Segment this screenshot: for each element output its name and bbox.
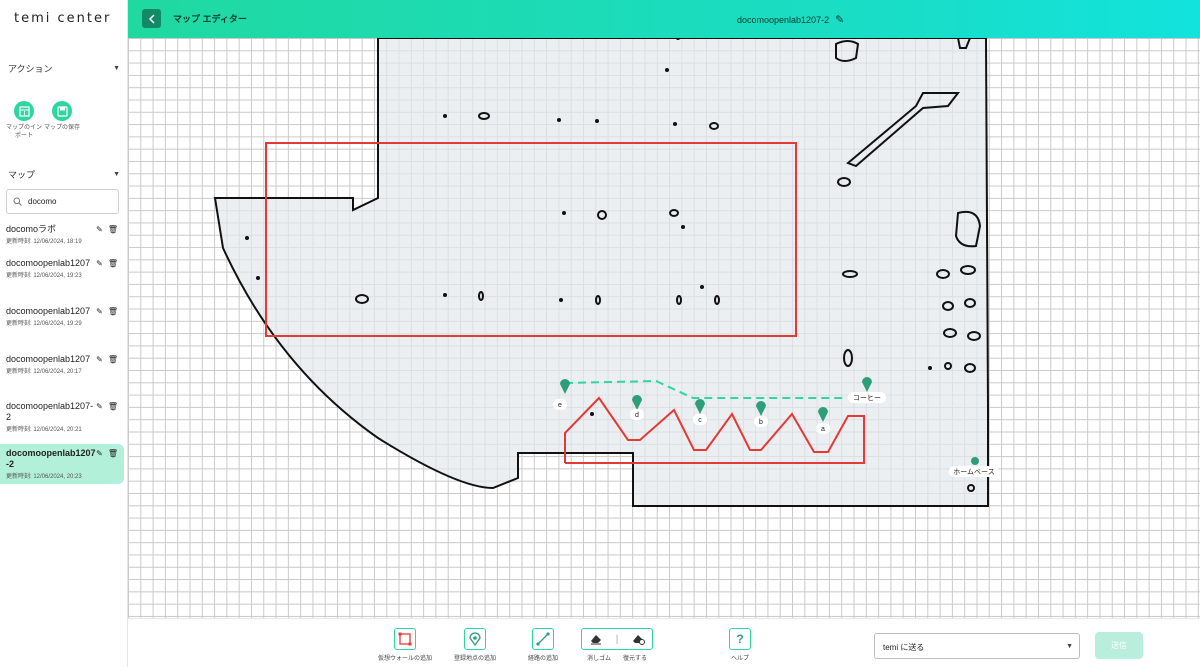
maps-section-label: マップ (8, 170, 36, 180)
delete-icon[interactable]: 🗑 (108, 307, 118, 316)
map-item-time: 更新時刻: 12/06/2024, 19:29 (6, 321, 82, 327)
eraser-label: 消しゴム (586, 656, 611, 662)
delete-icon[interactable]: 🗑 (108, 449, 118, 458)
help-tool[interactable]: ? ヘルプ (720, 628, 760, 662)
back-button[interactable] (142, 9, 161, 28)
edit-map-name-icon[interactable]: ✎ (835, 13, 844, 26)
help-icon: ? (729, 628, 751, 650)
map-list-item[interactable]: docomoopenlab1207 更新時刻: 12/06/2024, 20:1… (0, 350, 124, 379)
send-target-value: temi に送る (883, 643, 925, 652)
virtual-wall-icon (394, 628, 416, 650)
sidebar: temi center アクション ▼ マップのインポート マップの保存 マップ… (0, 0, 128, 667)
add-location-tool[interactable]: 登録地点の追加 (447, 628, 503, 662)
map-import-icon (14, 101, 34, 121)
send-button[interactable]: 送信 (1095, 632, 1143, 659)
map-list-item-selected[interactable]: docomoopenlab1207-2 更新時刻: 12/06/2024, 20… (0, 444, 124, 484)
map-list-item[interactable]: docomoopenlab1207 更新時刻: 12/06/2024, 19:2… (0, 254, 124, 283)
pin-label-c: c (698, 417, 702, 424)
pin-label-coffee: コーヒー (853, 394, 881, 402)
add-virtual-wall-tool[interactable]: 仮想ウォールの追加 (375, 628, 435, 662)
add-path-label: 経路の追加 (527, 656, 558, 662)
map-search[interactable] (6, 189, 119, 214)
edit-icon[interactable]: ✎ (96, 402, 103, 411)
send-target-select[interactable]: temi に送る ▼ (874, 633, 1080, 659)
delete-icon[interactable]: 🗑 (108, 225, 118, 234)
app: temi center アクション ▼ マップのインポート マップの保存 マップ… (0, 0, 1200, 667)
add-path-tool[interactable]: 経路の追加 (521, 628, 565, 662)
caret-down-icon: ▼ (113, 171, 120, 178)
map-item-name: docomoopenlab1207 (6, 354, 91, 364)
add-virtual-wall-label: 仮想ウォールの追加 (377, 656, 432, 662)
map-item-time: 更新時刻: 12/06/2024, 20:23 (6, 474, 82, 480)
add-location-label: 登録地点の追加 (453, 656, 496, 662)
map-drawing: e d c b a コーヒー ホームベース (213, 38, 999, 507)
home-base-pin (971, 457, 979, 465)
actions-section-toggle[interactable]: アクション ▼ (8, 62, 120, 75)
chevron-left-icon (148, 13, 155, 24)
pin-label-a: a (821, 426, 825, 433)
map-item-name: docomoラボ (6, 224, 57, 234)
page-title: マップ エディター (173, 14, 247, 24)
restore-label: 復元する (622, 656, 647, 662)
restore-icon[interactable] (631, 633, 646, 645)
edit-icon[interactable]: ✎ (96, 225, 103, 234)
map-save-label: マップの保存 (43, 125, 80, 131)
edit-icon[interactable]: ✎ (96, 355, 103, 364)
map-item-time: 更新時刻: 12/06/2024, 20:17 (6, 369, 82, 375)
pin-label-d: d (635, 412, 639, 419)
eraser-icon[interactable] (589, 633, 603, 645)
map-item-name: docomoopenlab1207-2 (6, 401, 94, 422)
map-import-label: マップのインポート (5, 125, 42, 139)
map-list-item[interactable]: docomoラボ 更新時刻: 12/06/2024, 18:19 ✎ 🗑 (0, 220, 124, 249)
maps-section-toggle[interactable]: マップ ▼ (8, 168, 120, 181)
map-name: docomoopenlab1207-2 (737, 14, 830, 25)
map-item-time: 更新時刻: 12/06/2024, 18:19 (6, 239, 82, 245)
map-item-time: 更新時刻: 12/06/2024, 20:21 (6, 427, 82, 433)
map-import-button[interactable]: マップのインポート (4, 101, 44, 140)
map-save-button[interactable]: マップの保存 (42, 101, 82, 132)
help-label: ヘルプ (730, 656, 749, 662)
map-item-name: docomoopenlab1207 (6, 306, 91, 316)
map-list-item[interactable]: docomoopenlab1207 更新時刻: 12/06/2024, 19:2… (0, 302, 124, 331)
edit-icon[interactable]: ✎ (96, 449, 103, 458)
path-icon (532, 628, 554, 650)
delete-icon[interactable]: 🗑 (108, 355, 118, 364)
delete-icon[interactable]: 🗑 (108, 402, 118, 411)
home-base-label: ホームベース (953, 468, 994, 476)
pin-label-b: b (759, 419, 763, 426)
bottom-toolbar: 仮想ウォールの追加 登録地点の追加 経路の追加 | 消しゴム 復元する ? ヘル… (128, 618, 1200, 667)
top-header: マップ エディター docomoopenlab1207-2 ✎ (128, 0, 1200, 38)
edit-icon[interactable]: ✎ (96, 259, 103, 268)
app-logo: temi center (14, 11, 112, 26)
dropdown-arrow-icon: ▼ (1066, 643, 1073, 650)
delete-icon[interactable]: 🗑 (108, 259, 118, 268)
map-search-input[interactable] (28, 197, 108, 206)
edit-icon[interactable]: ✎ (96, 307, 103, 316)
map-item-name: docomoopenlab1207-2 (6, 448, 96, 469)
explored-area (213, 38, 989, 507)
map-name-header: docomoopenlab1207-2 ✎ (737, 13, 844, 26)
map-canvas[interactable]: e d c b a コーヒー ホームベース (128, 38, 1200, 618)
map-item-name: docomoopenlab1207 (6, 258, 91, 268)
map-item-time: 更新時刻: 12/06/2024, 19:23 (6, 273, 82, 279)
save-icon (52, 101, 72, 121)
map-list-item[interactable]: docomoopenlab1207-2 更新時刻: 12/06/2024, 20… (0, 397, 124, 437)
caret-down-icon: ▼ (113, 65, 120, 72)
search-icon (13, 197, 22, 206)
actions-section-label: アクション (8, 64, 53, 74)
pin-label-e: e (558, 402, 562, 409)
location-pin-icon (464, 628, 486, 650)
eraser-restore-group: | 消しゴム 復元する (581, 628, 653, 662)
